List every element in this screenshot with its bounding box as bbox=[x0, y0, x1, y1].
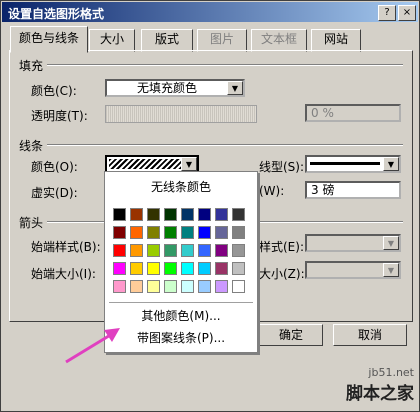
fill-color-value: 无填充颜色 bbox=[136, 81, 197, 95]
color-swatch[interactable] bbox=[130, 226, 143, 239]
color-swatch[interactable] bbox=[130, 280, 143, 293]
pointer-arrow-icon bbox=[65, 328, 120, 364]
line-divider bbox=[47, 144, 403, 146]
line-style-dropdown[interactable]: ▼ bbox=[305, 155, 401, 173]
color-swatch[interactable] bbox=[113, 244, 126, 257]
color-swatch[interactable] bbox=[164, 280, 177, 293]
end-style-label: 样式(E): bbox=[259, 240, 304, 254]
color-swatch[interactable] bbox=[232, 280, 245, 293]
line-color-label: 颜色(O): bbox=[31, 160, 78, 174]
watermark: jb51.net 脚本之家 bbox=[346, 366, 414, 404]
tab-layout[interactable]: 版式 bbox=[141, 29, 193, 52]
color-swatch[interactable] bbox=[215, 226, 228, 239]
color-swatch[interactable] bbox=[113, 262, 126, 275]
color-swatch[interactable] bbox=[147, 244, 160, 257]
color-swatch[interactable] bbox=[198, 226, 211, 239]
color-swatch[interactable] bbox=[181, 280, 194, 293]
title-bar: 设置自选图形格式 ? × bbox=[2, 2, 418, 22]
tab-colors-lines[interactable]: 颜色与线条 bbox=[10, 26, 88, 53]
watermark-name: 脚本之家 bbox=[346, 384, 414, 404]
fill-color-dropdown[interactable]: 无填充颜色 ▼ bbox=[105, 79, 245, 97]
line-style-preview bbox=[310, 162, 380, 165]
cancel-button[interactable]: 取消 bbox=[333, 324, 407, 346]
line-weight-input[interactable]: 3 磅 bbox=[305, 181, 401, 199]
color-swatch[interactable] bbox=[147, 208, 160, 221]
chevron-down-icon: ▼ bbox=[181, 157, 197, 171]
color-swatch[interactable] bbox=[215, 262, 228, 275]
color-swatch[interactable] bbox=[181, 208, 194, 221]
transparency-label: 透明度(T): bbox=[31, 109, 88, 123]
color-swatch[interactable] bbox=[181, 226, 194, 239]
tab-size[interactable]: 大小 bbox=[89, 29, 135, 52]
begin-style-label: 始端样式(B): bbox=[31, 240, 101, 254]
color-swatch[interactable] bbox=[232, 244, 245, 257]
color-swatch[interactable] bbox=[198, 208, 211, 221]
color-swatch[interactable] bbox=[164, 262, 177, 275]
tab-textbox: 文本框 bbox=[251, 29, 307, 52]
line-section-title: 线条 bbox=[19, 139, 44, 153]
line-weight-label: (W): bbox=[259, 184, 285, 198]
color-swatch[interactable] bbox=[113, 208, 126, 221]
menu-divider bbox=[109, 302, 253, 303]
color-swatch[interactable] bbox=[181, 262, 194, 275]
color-swatch[interactable] bbox=[198, 244, 211, 257]
transparency-input[interactable]: 0 % bbox=[305, 104, 401, 122]
color-swatch[interactable] bbox=[181, 244, 194, 257]
color-swatch[interactable] bbox=[130, 262, 143, 275]
end-size-dropdown[interactable]: ▼ bbox=[305, 261, 401, 279]
fill-divider bbox=[47, 64, 403, 66]
color-swatch[interactable] bbox=[232, 262, 245, 275]
begin-size-label: 始端大小(I): bbox=[31, 267, 96, 281]
close-button[interactable]: × bbox=[398, 5, 416, 21]
color-swatch[interactable] bbox=[164, 208, 177, 221]
line-pattern-preview bbox=[109, 159, 181, 169]
chevron-down-icon: ▼ bbox=[227, 81, 243, 95]
ok-button[interactable]: 确定 bbox=[259, 324, 323, 346]
fill-color-label: 颜色(C): bbox=[31, 84, 77, 98]
color-swatch[interactable] bbox=[147, 262, 160, 275]
color-swatch[interactable] bbox=[147, 280, 160, 293]
chevron-down-icon: ▼ bbox=[383, 263, 399, 277]
color-swatch[interactable] bbox=[232, 208, 245, 221]
end-size-label: 大小(Z): bbox=[259, 267, 305, 281]
color-swatch[interactable] bbox=[113, 226, 126, 239]
color-swatch[interactable] bbox=[164, 244, 177, 257]
color-swatch[interactable] bbox=[198, 280, 211, 293]
tab-website[interactable]: 网站 bbox=[311, 29, 361, 52]
chevron-down-icon: ▼ bbox=[383, 236, 399, 250]
window-title: 设置自选图形格式 bbox=[8, 7, 105, 21]
transparency-slider[interactable] bbox=[105, 105, 257, 123]
color-swatch[interactable] bbox=[130, 208, 143, 221]
line-weight-value: 3 磅 bbox=[311, 183, 335, 197]
transparency-value: 0 % bbox=[311, 106, 334, 120]
end-style-dropdown[interactable]: ▼ bbox=[305, 234, 401, 252]
color-swatch[interactable] bbox=[130, 244, 143, 257]
color-swatch[interactable] bbox=[113, 280, 126, 293]
watermark-site: jb51.net bbox=[368, 366, 414, 379]
arrows-section-title: 箭头 bbox=[19, 216, 44, 230]
line-style-label: 线型(S): bbox=[259, 160, 305, 174]
color-swatch[interactable] bbox=[215, 208, 228, 221]
help-button[interactable]: ? bbox=[378, 5, 396, 21]
color-swatch[interactable] bbox=[215, 244, 228, 257]
color-swatch[interactable] bbox=[232, 226, 245, 239]
color-swatch[interactable] bbox=[164, 226, 177, 239]
dash-label: 虚实(D): bbox=[31, 186, 78, 200]
chevron-down-icon: ▼ bbox=[383, 157, 399, 171]
color-swatch[interactable] bbox=[215, 280, 228, 293]
tab-picture: 图片 bbox=[197, 29, 247, 52]
color-swatch[interactable] bbox=[147, 226, 160, 239]
no-line-color-item[interactable]: 无线条颜色 bbox=[105, 176, 257, 198]
color-swatch[interactable] bbox=[198, 262, 211, 275]
fill-section-title: 填充 bbox=[19, 59, 44, 73]
